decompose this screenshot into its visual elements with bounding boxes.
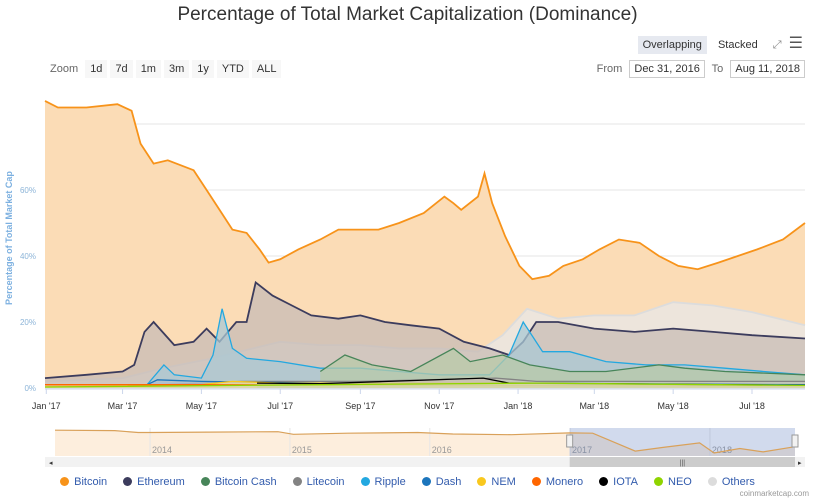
legend-label: Bitcoin Cash [214,476,277,488]
legend-label: IOTA [613,476,639,488]
legend-marker-icon [531,477,541,486]
y-axis-title: Percentage of Total Market Cap [4,171,14,305]
legend-marker-icon [200,477,210,486]
plot-area: 0% 20% 40% 60% Percentage of Total Market Ca… [4,100,806,467]
legend-item-bitcoin[interactable]: Bitcoin [60,476,107,488]
x-tick-label: Jul '18 [739,401,765,411]
legend-label: Others [721,476,755,488]
x-tick-label: Jan '17 [32,401,61,411]
x-tick-label: Jan '18 [504,401,533,411]
legend-marker-icon [477,477,487,486]
legend-label: Monero [545,476,584,488]
y-tick-label: 0% [24,384,36,393]
legend-item-monero[interactable]: Monero [531,476,584,488]
legend-item-bitcoin-cash[interactable]: Bitcoin Cash [200,476,277,488]
legend-label: Ripple [374,476,406,488]
legend-item-iota[interactable]: IOTA [599,476,638,488]
legend-item-litecoin[interactable]: Litecoin [292,476,345,488]
x-tick-label: May '18 [658,401,689,411]
x-tick-label: May '17 [186,401,217,411]
scroll-right-icon[interactable]: ▸ [798,460,802,467]
navigator-year-label: 2016 [432,445,452,455]
legend-item-dash[interactable]: Dash [421,476,462,488]
y-tick-label: 40% [20,252,36,261]
legend-marker-icon [360,477,370,486]
legend-marker-icon [123,477,133,486]
navigator-handle[interactable] [791,434,799,448]
navigator-year-label: 2015 [292,445,312,455]
legend-label: Litecoin [306,476,345,488]
y-tick-label: 60% [20,186,36,195]
legend-marker-icon [707,477,717,486]
x-tick-label: Jul '17 [267,401,293,411]
legend-marker-icon [60,477,70,486]
legend-label: NEM [491,476,516,488]
legend-marker-icon [421,477,431,486]
legend-label: Bitcoin [74,476,108,488]
legend-item-ethereum[interactable]: Ethereum [123,476,185,488]
chart-container: Percentage of Total Market Capitalizatio… [0,0,815,500]
legend-item-nem[interactable]: NEM [477,476,516,488]
y-tick-label: 20% [20,318,36,327]
navigator-handle[interactable] [566,434,574,448]
scrollbar-grip-icon: ||| [680,460,686,467]
legend-marker-icon [292,477,302,486]
x-tick-label: Mar '18 [579,401,609,411]
legend-item-others[interactable]: Others [707,476,755,488]
credit-link[interactable]: coinmarketcap.com [740,489,809,498]
legend-label: Dash [435,476,462,488]
scroll-left-icon[interactable]: ◂ [49,460,53,467]
legend-item-ripple[interactable]: Ripple [360,476,406,488]
legend: Bitcoin Ethereum Bitcoin Cash Litecoin Rippl… [0,476,815,488]
x-tick-label: Nov '17 [424,401,454,411]
navigator-year-label: 2014 [152,445,172,455]
legend-label: NEO [668,476,692,488]
legend-marker-icon [599,477,609,486]
x-tick-label: Mar '17 [108,401,138,411]
legend-item-neo[interactable]: NEO [654,476,692,488]
legend-label: Ethereum [137,476,185,488]
legend-marker-icon [654,477,664,486]
x-tick-label: Sep '17 [345,401,375,411]
